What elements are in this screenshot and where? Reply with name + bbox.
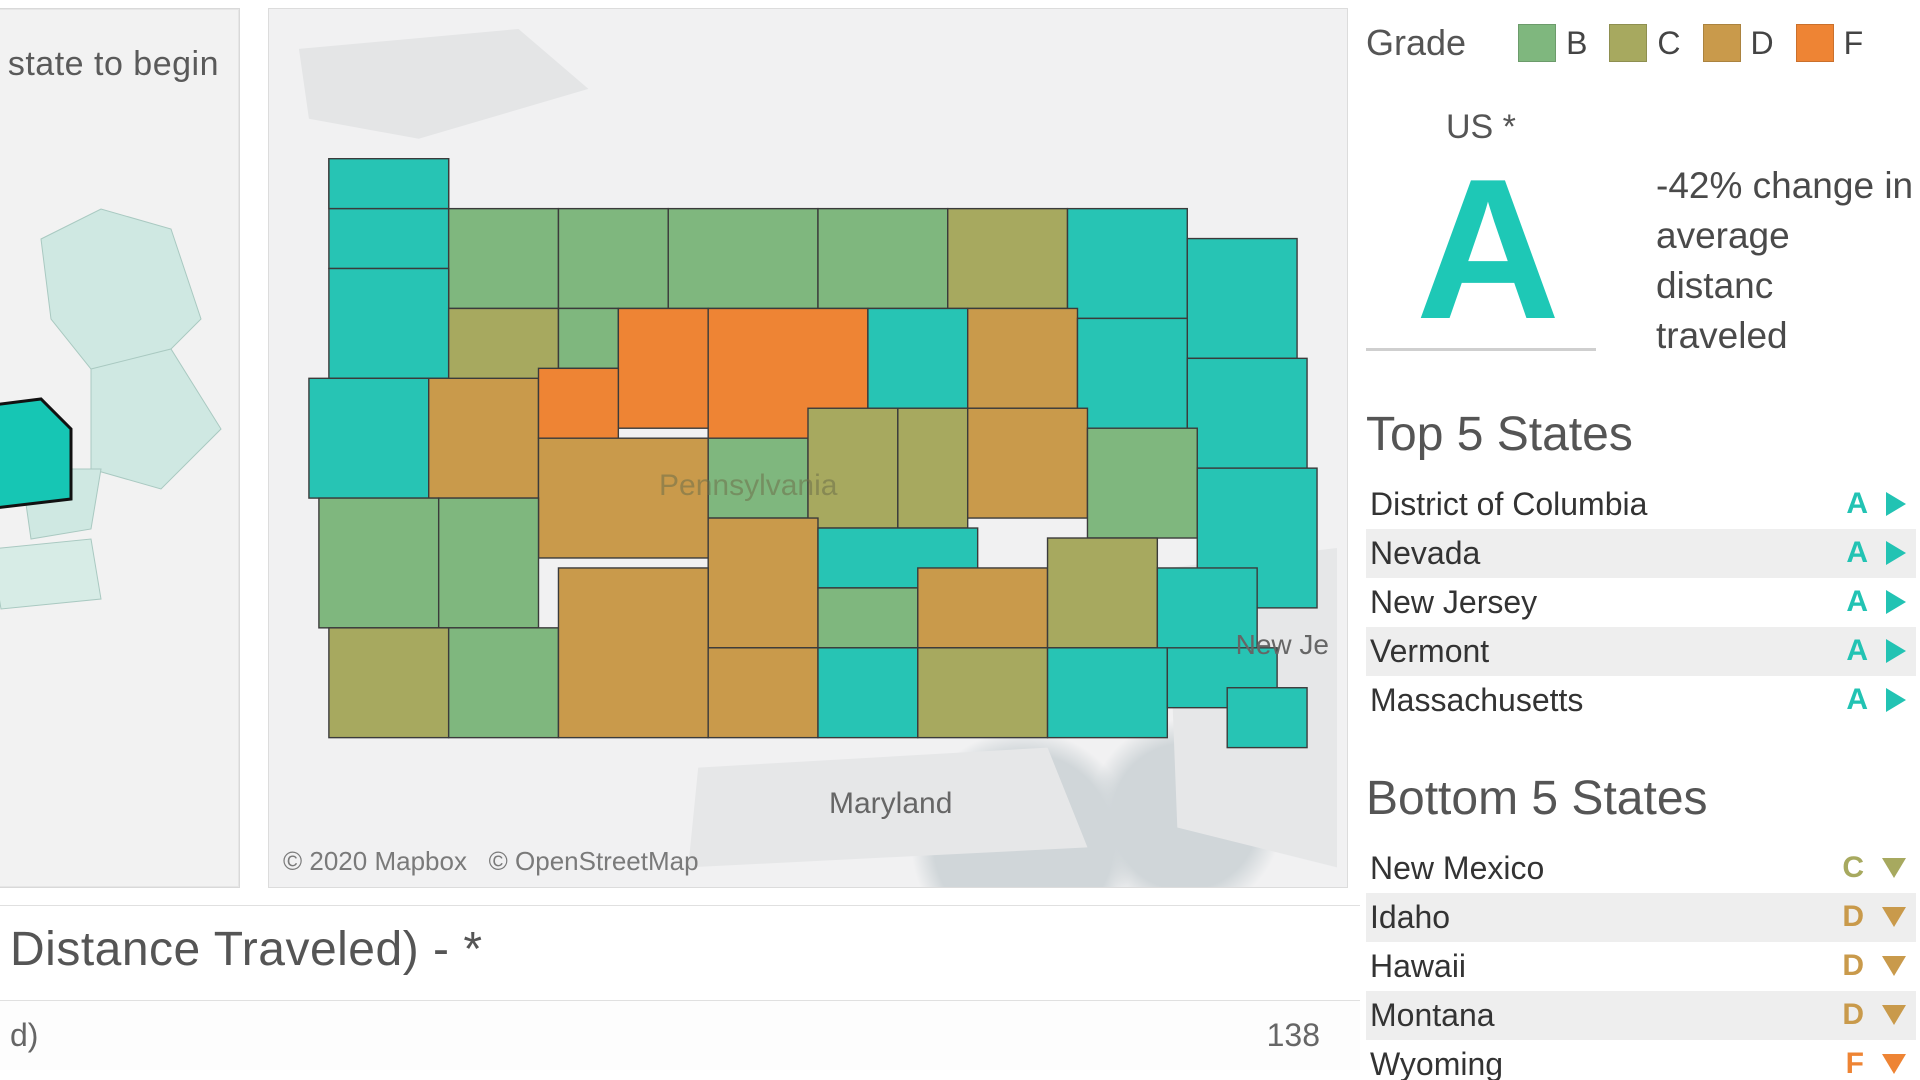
rank-state-name: New Jersey [1370,584,1537,621]
legend-title: Grade [1366,22,1466,64]
rank-state-name: Wyoming [1370,1046,1503,1080]
chart-title-strip: Distance Traveled) - * [0,905,1360,993]
chart-axis-strip: d) 138 [0,1000,1360,1070]
legend-item-b[interactable]: B [1518,24,1587,62]
rank-grade-letter: F [1838,1047,1864,1080]
trend-right-icon [1886,590,1906,614]
rank-row[interactable]: New Mexico C [1366,844,1916,893]
rank-state-name: District of Columbia [1370,486,1647,523]
map-neighbor-newjersey: New Je [1236,629,1329,661]
state-picker-panel: a state to begin [0,8,240,888]
rank-row[interactable]: Montana D [1366,991,1916,1040]
rank-state-name: Massachusetts [1370,682,1583,719]
axis-left-fragment: d) [10,1017,38,1054]
us-desc-3: traveled [1656,315,1788,356]
axis-tick-138: 138 [1267,1017,1320,1054]
legend-item-f[interactable]: F [1796,24,1864,62]
trend-down-icon [1882,956,1906,976]
us-grade-letter: A [1366,170,1596,351]
rank-grade-letter: A [1842,634,1868,668]
rank-state-name: Nevada [1370,535,1480,572]
attribution-osm: © OpenStreetMap [489,846,699,876]
rank-state-name: New Mexico [1370,850,1544,887]
trend-right-icon [1886,639,1906,663]
rank-state-name: Hawaii [1370,948,1466,985]
legend-label-d: D [1751,25,1774,62]
legend-label-c: C [1657,25,1680,62]
rank-row[interactable]: Massachusetts A [1366,676,1916,725]
legend-label-b: B [1566,25,1587,62]
rank-grade-letter: D [1838,949,1864,983]
us-summary: US * A -42% change in average distanc tr… [1366,108,1916,361]
map-neighbor-maryland: Maryland [829,787,952,821]
rank-row[interactable]: New Jersey A [1366,578,1916,627]
rank-row[interactable]: District of Columbia A [1366,480,1916,529]
trend-down-icon [1882,907,1906,927]
rank-grade-letter: A [1842,683,1868,717]
us-mini-map[interactable] [0,169,241,689]
rank-row[interactable]: Vermont A [1366,627,1916,676]
rank-grade-letter: A [1842,536,1868,570]
state-picker-hint: a state to begin [0,45,219,84]
rank-state-name: Idaho [1370,899,1450,936]
side-panel: Grade B C D F US * A -42% [1366,0,1920,1080]
top5-list: District of ColumbiaANevadaANew JerseyAV… [1366,480,1916,725]
rank-row[interactable]: Hawaii D [1366,942,1916,991]
rank-state-name: Montana [1370,997,1495,1034]
trend-down-icon [1882,1054,1906,1074]
county-choropleth[interactable] [269,9,1347,887]
rank-grade-letter: D [1838,900,1864,934]
swatch-f [1796,24,1834,62]
legend-item-d[interactable]: D [1703,24,1774,62]
trend-right-icon [1886,541,1906,565]
bottom5-heading: Bottom 5 States [1366,771,1916,826]
swatch-c [1609,24,1647,62]
trend-right-icon [1886,492,1906,516]
rank-row[interactable]: Wyoming F [1366,1040,1916,1080]
rank-grade-letter: A [1842,585,1868,619]
us-summary-desc: -42% change in average distanc traveled [1656,161,1916,361]
swatch-d [1703,24,1741,62]
trend-down-icon [1882,1005,1906,1025]
us-desc-1: -42% change in [1656,165,1913,206]
grade-legend: Grade B C D F [1366,0,1916,74]
legend-item-c[interactable]: C [1609,24,1680,62]
mini-map-state-pennsylvania[interactable] [0,399,71,519]
legend-label-f: F [1844,25,1864,62]
swatch-b [1518,24,1556,62]
map-attribution: © 2020 Mapbox © OpenStreetMap [283,846,699,877]
attribution-mapbox: © 2020 Mapbox [283,846,467,876]
rank-grade-letter: C [1838,851,1864,885]
rank-grade-letter: D [1838,998,1864,1032]
rank-row[interactable]: Nevada A [1366,529,1916,578]
rank-grade-letter: A [1842,487,1868,521]
bottom5-list: New Mexico C Idaho D Hawaii D Montana D Wyoming F [1366,844,1916,1080]
rank-state-name: Vermont [1370,633,1489,670]
chart-title-text: Distance Traveled) - * [10,922,483,977]
trend-right-icon [1886,688,1906,712]
us-desc-2: average distanc [1656,215,1790,306]
top5-heading: Top 5 States [1366,407,1916,462]
trend-down-icon [1882,858,1906,878]
rank-row[interactable]: Idaho D [1366,893,1916,942]
county-map-panel: Pennsylvania Maryland New Je © 2020 Mapb… [268,8,1348,888]
map-state-label: Pennsylvania [659,469,837,503]
